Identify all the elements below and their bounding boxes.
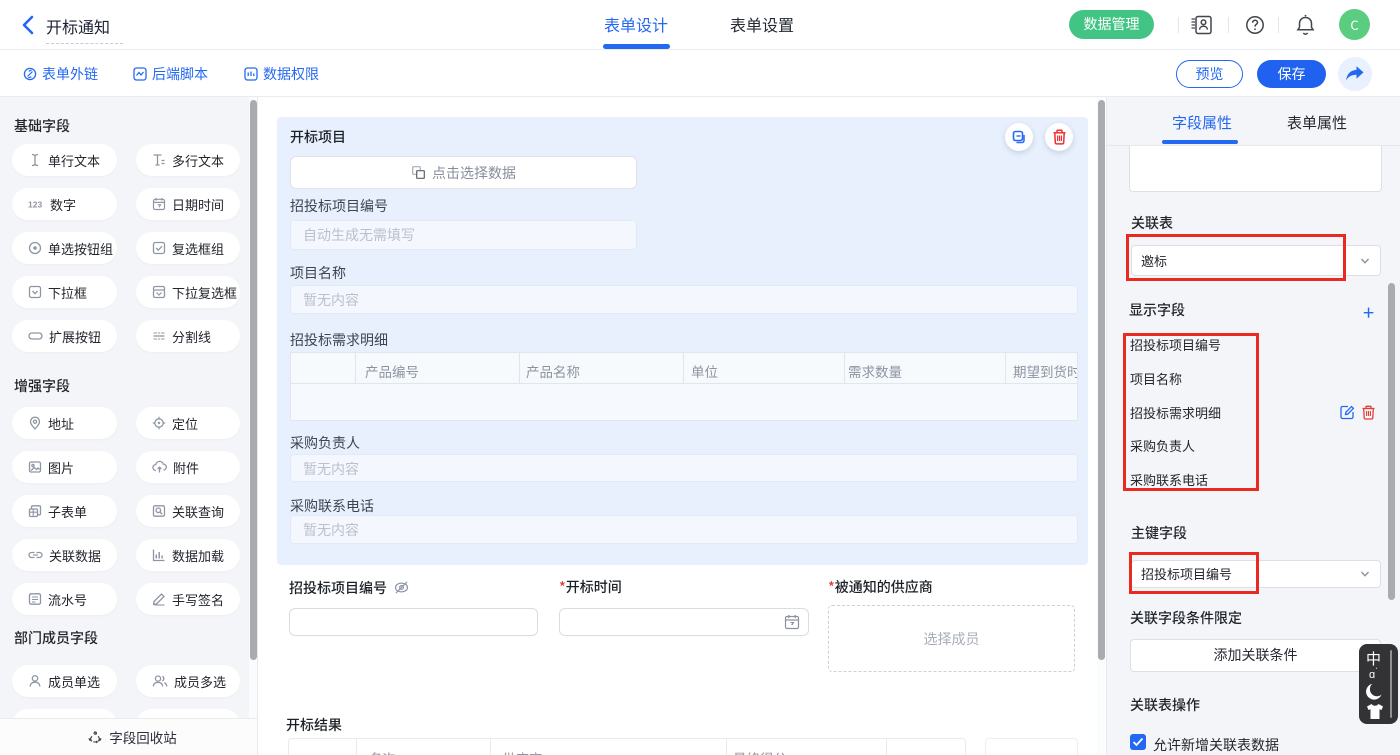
svg-text:123: 123 xyxy=(28,200,42,210)
